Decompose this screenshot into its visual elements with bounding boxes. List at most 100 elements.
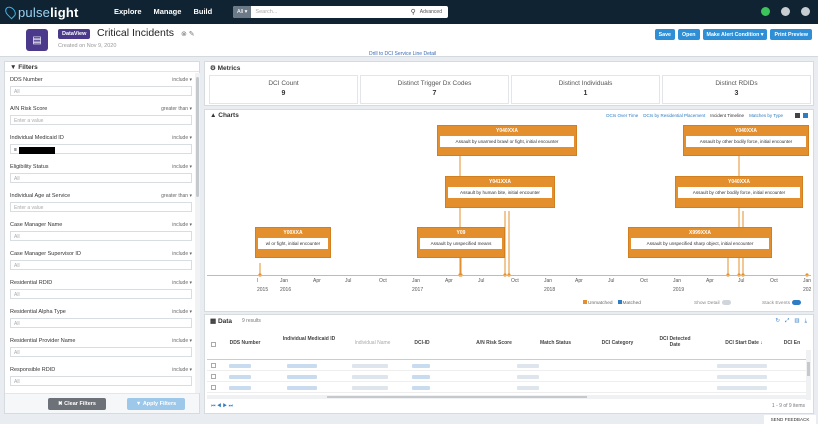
column-header[interactable]: DDS Number: [225, 340, 265, 346]
filter-operator[interactable]: include ▾: [172, 280, 192, 286]
search-scope-select[interactable]: All ▾: [233, 6, 252, 18]
page-title: Critical Incidents: [97, 27, 175, 39]
filter-label: Residential RDID: [10, 280, 53, 286]
filter-input[interactable]: All: [10, 260, 192, 270]
expand-icon[interactable]: ⤢: [785, 318, 789, 325]
filter-operator[interactable]: include ▾: [172, 135, 192, 141]
show-detail-label: Show Detail: [694, 300, 720, 306]
tab-matches-by-type[interactable]: Matches by Type: [749, 113, 783, 118]
search-input[interactable]: Search...: [255, 9, 410, 15]
column-header[interactable]: A/N Risk Score: [469, 340, 519, 346]
filter-operator[interactable]: include ▾: [172, 251, 192, 257]
filters-scrollbar[interactable]: [195, 73, 200, 393]
tab-dcis-by-residential[interactable]: DCIs by Residential Placement: [643, 113, 705, 118]
filter-operator[interactable]: include ▾: [172, 338, 192, 344]
timeline-event[interactable]: Y040XXA Assault by other bodily force, i…: [683, 125, 809, 156]
nav-build[interactable]: Build: [193, 7, 212, 16]
column-header[interactable]: DCI-ID: [407, 340, 437, 346]
timeline-event[interactable]: Y040XXA Assault by unarmed brawl or figh…: [437, 125, 577, 156]
filter-operator[interactable]: greater than ▾: [161, 106, 192, 112]
advanced-search-link[interactable]: Advanced: [420, 9, 442, 15]
toggle-switch[interactable]: [721, 300, 731, 305]
row-checkbox[interactable]: [211, 363, 216, 368]
table-row[interactable]: [207, 383, 807, 393]
clear-filters-button[interactable]: ✖ Clear Filters: [48, 398, 106, 410]
scrollbar-thumb[interactable]: [807, 362, 810, 376]
axis-tick: Oct: [640, 278, 648, 284]
filter-operator[interactable]: include ▾: [172, 309, 192, 315]
apply-filters-button[interactable]: ▼ Apply Filters: [127, 398, 185, 410]
filter-input[interactable]: All: [10, 289, 192, 299]
filter-input[interactable]: ≡: [10, 144, 192, 154]
gear-icon[interactable]: [801, 7, 810, 16]
row-checkbox[interactable]: [211, 385, 216, 390]
filter-list: DDS Number include ▾ All A/N Risk Score …: [5, 73, 195, 393]
filter-input[interactable]: All: [10, 86, 192, 96]
table-row[interactable]: [207, 372, 807, 382]
pulselight-logo[interactable]: pulse light: [3, 4, 79, 20]
nav-explore[interactable]: Explore: [114, 7, 142, 16]
row-checkbox[interactable]: [211, 374, 216, 379]
filter-operator[interactable]: include ▾: [172, 164, 192, 170]
user-icon[interactable]: [781, 7, 790, 16]
edit-icon[interactable]: ⊗ ✎: [181, 30, 195, 38]
column-header[interactable]: DCI Detected Date: [655, 336, 695, 348]
filter-operator[interactable]: include ▾: [172, 77, 192, 83]
timeline-event[interactable]: Y00XXA wl or fight, initial encounter: [255, 227, 331, 258]
column-header[interactable]: DCI Category: [595, 340, 640, 346]
timeline-event[interactable]: Y040XXA Assault by other bodily force, i…: [675, 176, 803, 208]
make-alert-condition-button[interactable]: Make Alert Condition ▾: [702, 29, 768, 40]
filter-operator[interactable]: greater than ▾: [161, 193, 192, 199]
filter-input[interactable]: Enter a value: [10, 202, 192, 212]
scrollbar-thumb[interactable]: [196, 77, 199, 197]
stack-events-toggle[interactable]: Stack Events: [762, 300, 801, 306]
filter-operator[interactable]: include ▾: [172, 222, 192, 228]
filter-input[interactable]: Enter a value: [10, 115, 192, 125]
download-icon[interactable]: ⤓: [805, 318, 807, 325]
table-row[interactable]: [207, 361, 807, 371]
status-icon[interactable]: [761, 7, 770, 16]
timeline-event[interactable]: Y041XXA Assault by human bite, initial e…: [445, 176, 555, 208]
save-button[interactable]: Save: [654, 29, 675, 40]
filter-input[interactable]: All: [10, 318, 192, 328]
pager[interactable]: ⏮ ◀ ▶ ⏭: [211, 403, 233, 409]
search-icon[interactable]: ⚲: [411, 8, 416, 16]
drill-link[interactable]: Drill to DCI Service Line Detail: [369, 51, 436, 57]
column-header[interactable]: DCI Start Date ↓: [719, 340, 769, 346]
tab-dcis-over-time[interactable]: DCIs Over Time: [606, 113, 638, 118]
column-header[interactable]: Match Status: [533, 340, 578, 346]
filter-input[interactable]: All: [10, 231, 192, 241]
axis-tick: Apr: [575, 278, 583, 284]
legend-matched: Matched: [617, 300, 641, 306]
axis-tick: Jul: [738, 278, 745, 284]
filter-operator[interactable]: include ▾: [172, 367, 192, 373]
show-detail-toggle[interactable]: Show Detail: [694, 300, 731, 306]
print-preview-button[interactable]: Print Preview: [770, 29, 812, 40]
column-header[interactable]: DCI En: [781, 340, 803, 346]
send-feedback-button[interactable]: SEND FEEDBACK: [764, 415, 816, 424]
toggle-switch[interactable]: [792, 300, 801, 305]
column-header[interactable]: Individual Medicaid ID: [279, 336, 339, 342]
filter-input[interactable]: All: [10, 376, 192, 386]
table-hscroll[interactable]: [207, 395, 807, 399]
nav-manage[interactable]: Manage: [154, 7, 182, 16]
event-code: Y040XXA: [728, 179, 750, 185]
blurred-cell: [412, 364, 430, 368]
select-all-checkbox[interactable]: [211, 342, 216, 347]
chart-view-icon[interactable]: [795, 113, 800, 118]
table-vscroll[interactable]: [806, 350, 811, 400]
refresh-icon[interactable]: ↻: [775, 318, 780, 325]
open-button[interactable]: Open: [677, 29, 700, 40]
tab-incident-timeline[interactable]: Incident Timeline: [710, 113, 744, 118]
scrollbar-thumb[interactable]: [327, 396, 587, 398]
column-header[interactable]: Individual Name: [345, 340, 400, 346]
timeline-event[interactable]: Y09 Assault by unspecified means: [417, 227, 505, 258]
filter-input[interactable]: All: [10, 347, 192, 357]
filter-label: Individual Age at Service: [10, 193, 71, 199]
timeline-event[interactable]: X999XXA Assault by unspecified sharp obj…: [628, 227, 772, 258]
table-view-icon[interactable]: [803, 113, 808, 118]
columns-icon[interactable]: ▥: [794, 318, 799, 325]
filter-age: Individual Age at Service greater than ▾…: [10, 193, 192, 221]
filter-input[interactable]: All: [10, 173, 192, 183]
items-count: 1 - 9 of 9 items: [771, 403, 805, 409]
